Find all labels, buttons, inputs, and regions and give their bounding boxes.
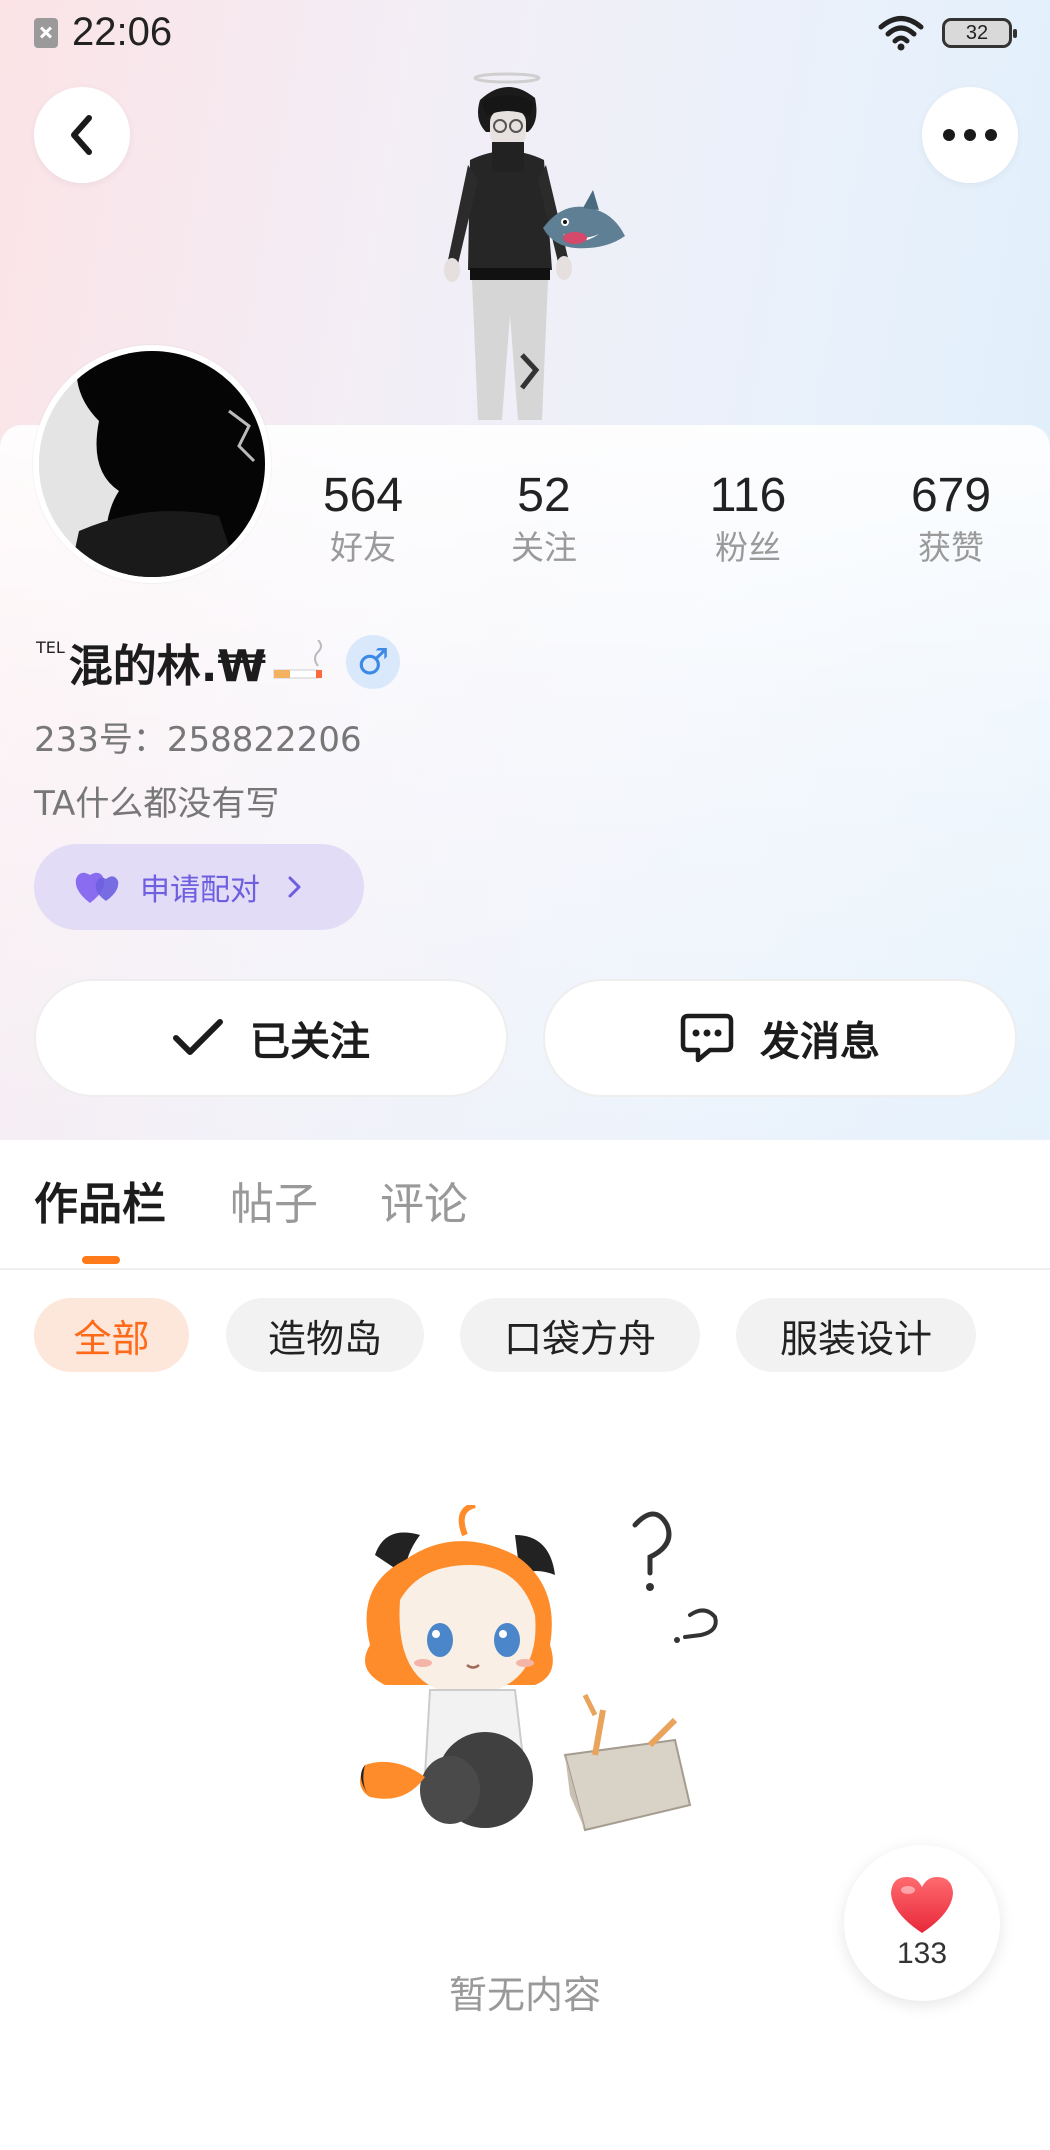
gender-male-icon: ♂ (346, 635, 401, 689)
wifi-icon (878, 16, 924, 51)
like-count: 133 (896, 1937, 948, 1970)
more-dots-icon (943, 129, 997, 141)
username-row: TEL 混的林.₩ ♂ (36, 630, 401, 694)
send-message-button[interactable]: 发消息 (543, 979, 1017, 1097)
stat-value: 52 (517, 469, 571, 522)
checkmark-icon (173, 1019, 223, 1055)
more-options-button[interactable] (922, 87, 1018, 183)
followed-button[interactable]: 已关注 (34, 979, 508, 1097)
user-id: 233号：258822206 (34, 720, 362, 760)
shark-pet-icon (543, 190, 625, 249)
empty-state-illustration (360, 1505, 718, 1832)
filter-chip-creation-island[interactable]: 造物岛 (226, 1298, 424, 1372)
chat-bubble-icon (680, 1013, 734, 1063)
filter-chip-pocket-ark[interactable]: 口袋方舟 (460, 1298, 700, 1372)
status-bar: 22:06 32 (0, 0, 1050, 70)
heart-icon (891, 1877, 953, 1933)
filter-chip-all[interactable]: 全部 (34, 1298, 189, 1372)
battery-indicator: 32 (942, 18, 1017, 48)
stat-label: 获赞 (918, 528, 984, 567)
like-button[interactable]: 133 (844, 1845, 1000, 2001)
username: 混的林.₩ (68, 641, 267, 692)
no-sim-icon (34, 18, 58, 48)
stat-likes-received[interactable]: 679 获赞 (871, 466, 1031, 570)
back-button[interactable] (34, 87, 130, 183)
stat-label: 好友 (330, 528, 396, 567)
status-time: 22:06 (72, 10, 173, 54)
stat-friends[interactable]: 564 好友 (283, 466, 443, 570)
send-message-label: 发消息 (760, 1019, 880, 1065)
tab-works[interactable]: 作品栏 (34, 1168, 166, 1232)
active-tab-indicator (82, 1256, 120, 1264)
stat-label: 粉丝 (715, 528, 781, 567)
apply-pairing-label: 申请配对 (140, 873, 260, 908)
stat-label: 关注 (511, 528, 577, 567)
avatar[interactable] (33, 345, 271, 583)
tab-comments[interactable]: 评论 (380, 1168, 468, 1232)
tab-posts[interactable]: 帖子 (230, 1168, 318, 1232)
name-prefix: TEL (36, 638, 65, 657)
user-bio: TA什么都没有写 (34, 784, 280, 824)
stat-following[interactable]: 52 关注 (464, 466, 624, 570)
chevron-left-icon (71, 115, 92, 155)
avatar-image (39, 351, 265, 577)
stat-value: 116 (709, 469, 787, 522)
followed-label: 已关注 (250, 1019, 370, 1065)
tabs-divider (0, 1268, 1050, 1270)
cigarette-icon (273, 640, 323, 679)
filter-chip-outfit-design[interactable]: 服装设计 (736, 1298, 976, 1372)
double-heart-icon (75, 872, 119, 903)
stat-followers[interactable]: 116 粉丝 (668, 466, 828, 570)
apply-pairing-button[interactable]: 申请配对 (34, 844, 364, 930)
chevron-right-icon (288, 876, 301, 898)
stat-value: 564 (322, 469, 404, 522)
stat-value: 679 (910, 469, 992, 522)
